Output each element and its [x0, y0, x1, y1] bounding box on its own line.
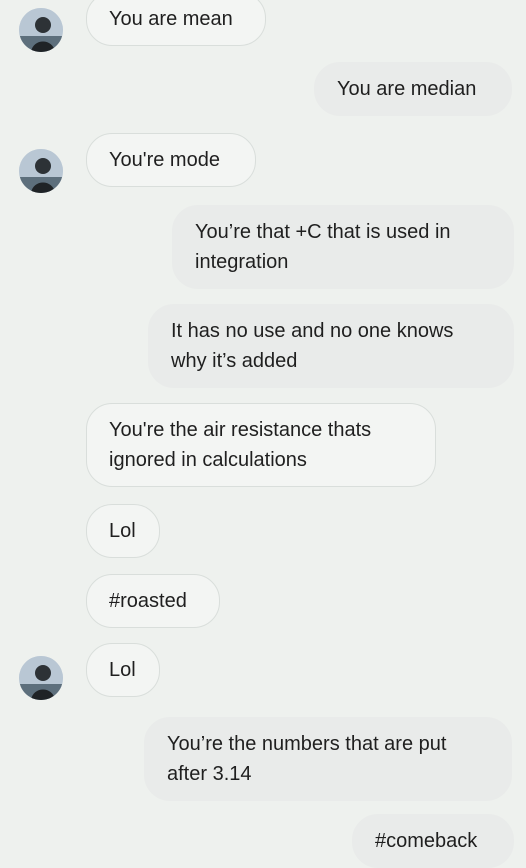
- contact-avatar[interactable]: [19, 8, 63, 52]
- message-sent: You are median: [314, 62, 512, 116]
- message-sent: You’re the numbers that are put after 3.…: [144, 717, 512, 801]
- message-received: You are mean: [86, 0, 266, 46]
- message-sent: #comeback: [352, 814, 514, 868]
- message-sent: You’re that +C that is used in integrati…: [172, 205, 514, 289]
- chat-thread: You are mean You are median You're mode …: [0, 0, 526, 868]
- message-received: You're the air resistance thats ignored …: [86, 403, 436, 487]
- message-received: You're mode: [86, 133, 256, 187]
- message-received: Lol: [86, 504, 160, 558]
- contact-avatar[interactable]: [19, 656, 63, 700]
- message-sent: It has no use and no one knows why it’s …: [148, 304, 514, 388]
- person-photo-icon: [19, 149, 63, 193]
- person-photo-icon: [19, 656, 63, 700]
- message-received: Lol: [86, 643, 160, 697]
- contact-avatar[interactable]: [19, 149, 63, 193]
- message-received: #roasted: [86, 574, 220, 628]
- person-photo-icon: [19, 8, 63, 52]
